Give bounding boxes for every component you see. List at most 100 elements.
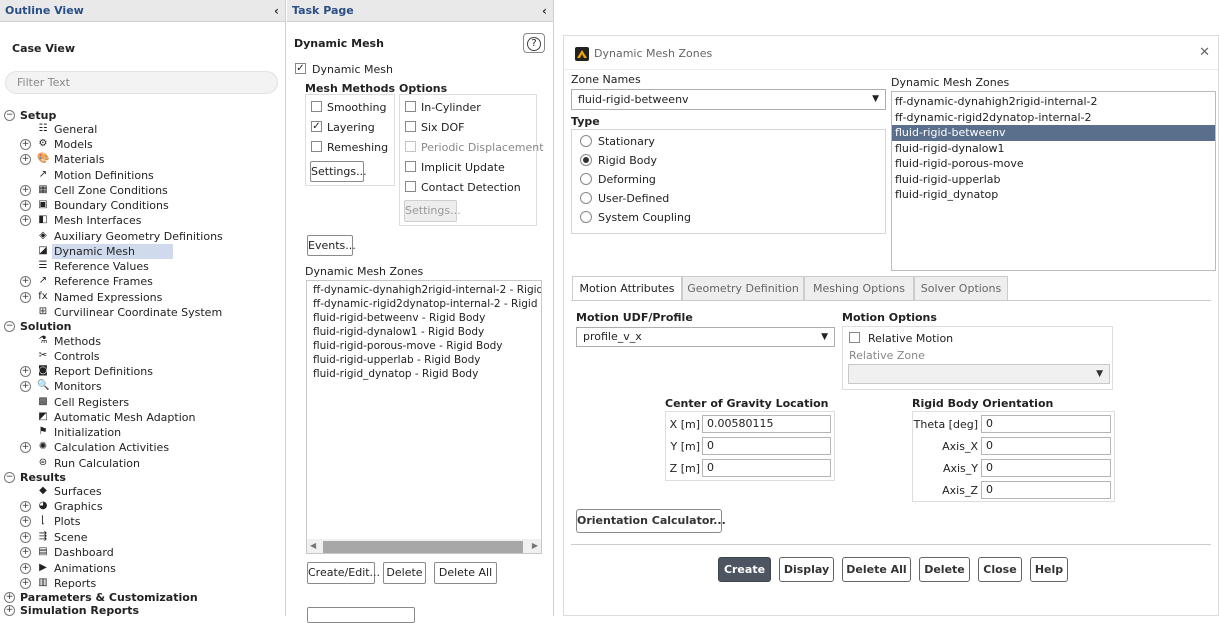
list-item[interactable]: fluid-rigid-betweenv <box>892 125 1215 141</box>
axis-z-input[interactable]: 0 <box>981 481 1111 499</box>
expand-icon[interactable]: + <box>20 200 31 211</box>
create-button[interactable]: Create <box>718 557 771 582</box>
theta-input[interactable]: 0 <box>981 415 1111 433</box>
scene-icon: ⇶ <box>38 531 48 542</box>
zone-names-value: fluid-rigid-betweenv <box>578 93 689 106</box>
expand-icon[interactable]: + <box>20 501 31 512</box>
list-item[interactable]: fluid-rigid-upperlab - Rigid Body <box>310 353 541 367</box>
collapse-icon[interactable]: ‹ <box>542 0 547 22</box>
list-item[interactable]: fluid-rigid-porous-move <box>892 156 1215 172</box>
x-label: X [m] <box>669 418 700 431</box>
scrollbar-thumb[interactable] <box>323 541 523 553</box>
implicit-update-checkbox[interactable] <box>405 161 416 172</box>
expand-icon[interactable]: + <box>20 578 31 589</box>
collapse-icon[interactable]: ‹ <box>274 0 279 22</box>
layering-checkbox[interactable]: ✓ <box>311 121 322 132</box>
list-item[interactable]: fluid-rigid-porous-move - Rigid Body <box>310 339 541 353</box>
delete-all-button[interactable]: Delete All <box>434 562 497 584</box>
expand-icon[interactable]: + <box>4 605 15 616</box>
scroll-left-icon[interactable]: ◀ <box>310 539 316 553</box>
tab-solver-options[interactable]: Solver Options <box>914 276 1008 300</box>
expand-icon[interactable]: + <box>20 442 31 453</box>
expand-icon[interactable]: + <box>20 366 31 377</box>
type-radio-deforming[interactable] <box>580 173 592 185</box>
axis-x-input[interactable]: 0 <box>981 437 1111 455</box>
expand-icon[interactable]: + <box>20 547 31 558</box>
list-item[interactable]: fluid-rigid_dynatop <box>892 187 1215 203</box>
motion-udf-select[interactable]: profile_v_x ▼ <box>576 327 835 347</box>
six-dof-checkbox[interactable] <box>405 121 416 132</box>
orientation-calculator-button[interactable]: Orientation Calculator... <box>576 509 726 533</box>
expand-icon[interactable]: + <box>20 276 31 287</box>
delete-all-button[interactable]: Delete All <box>842 557 911 582</box>
smoothing-checkbox[interactable] <box>311 101 322 112</box>
zone-names-select[interactable]: fluid-rigid-betweenv ▼ <box>571 89 886 110</box>
delete-button[interactable]: Delete <box>919 557 970 582</box>
tree-item-label: Automatic Mesh Adaption <box>54 411 196 424</box>
list-item[interactable]: ff-dynamic-dynahigh2rigid-internal-2 <box>892 94 1215 110</box>
in-cylinder-checkbox[interactable] <box>405 101 416 112</box>
y-input[interactable]: 0 <box>702 437 831 455</box>
dynamic-mesh-checkbox[interactable]: ✓ <box>295 63 306 74</box>
dynamic-mesh-zones-list[interactable]: ff-dynamic-dynahigh2rigid-internal-2 - R… <box>306 280 542 554</box>
z-input[interactable]: 0 <box>702 459 831 477</box>
mesh-settings-button[interactable]: Settings... <box>310 161 367 182</box>
close-button[interactable]: Close <box>978 557 1022 582</box>
remeshing-checkbox[interactable] <box>311 141 322 152</box>
display-button[interactable]: Display <box>779 557 834 582</box>
expand-icon[interactable]: + <box>20 292 31 303</box>
partial-button[interactable] <box>307 607 415 623</box>
collapse-tree-icon[interactable]: − <box>4 321 15 332</box>
expand-icon[interactable]: + <box>20 215 31 226</box>
list-item[interactable]: ff-dynamic-dynahigh2rigid-internal-2 - R… <box>310 283 541 297</box>
tree-item-label: Setup <box>20 109 57 122</box>
list-item[interactable]: fluid-rigid_dynatop - Rigid Body <box>310 367 541 381</box>
close-icon[interactable]: ✕ <box>1199 45 1210 60</box>
type-radio-rigid-body[interactable] <box>580 154 592 166</box>
tree-item-label: Graphics <box>54 500 103 513</box>
expand-icon[interactable]: + <box>20 154 31 165</box>
filter-input[interactable]: Filter Text <box>5 71 278 94</box>
type-radio-stationary[interactable] <box>580 135 592 147</box>
task-page-panel: Task Page ‹ Dynamic Mesh ? ✓ Dynamic Mes… <box>287 0 554 623</box>
list-item[interactable]: fluid-rigid-dynalow1 - Rigid Body <box>310 325 541 339</box>
tree-item-label: Named Expressions <box>54 291 163 304</box>
horizontal-scrollbar[interactable]: ◀ ▶ <box>307 539 541 553</box>
expand-icon[interactable]: + <box>20 563 31 574</box>
list-item[interactable]: fluid-rigid-betweenv - Rigid Body <box>310 311 541 325</box>
help-button[interactable]: Help <box>1030 557 1068 582</box>
methods-icon: ⚗ <box>38 335 48 346</box>
general-icon: ☷ <box>38 123 48 134</box>
collapse-tree-icon[interactable]: − <box>4 110 15 121</box>
expand-icon[interactable]: + <box>20 381 31 392</box>
type-radio-system-coupling[interactable] <box>580 211 592 223</box>
create-edit-button[interactable]: Create/Edit... <box>307 562 380 584</box>
tab-motion-attributes[interactable]: Motion Attributes <box>572 276 682 301</box>
contact-detection-checkbox[interactable] <box>405 181 416 192</box>
list-item[interactable]: ff-dynamic-rigid2dynatop-internal-2 <box>892 110 1215 126</box>
collapse-tree-icon[interactable]: − <box>4 472 15 483</box>
type-radio-user-defined[interactable] <box>580 192 592 204</box>
tab-geometry-definition[interactable]: Geometry Definition <box>682 276 804 300</box>
help-button[interactable]: ? <box>523 33 545 53</box>
expand-icon[interactable]: + <box>20 516 31 527</box>
mesh-interfaces-icon: ◧ <box>38 214 48 225</box>
x-input[interactable]: 0.00580115 <box>702 415 831 433</box>
expand-icon[interactable]: + <box>4 592 15 603</box>
dynamic-mesh-zones-list[interactable]: ff-dynamic-dynahigh2rigid-internal-2 ff-d… <box>891 91 1216 271</box>
events-button[interactable]: Events... <box>307 235 356 256</box>
list-item[interactable]: fluid-rigid-dynalow1 <box>892 141 1215 157</box>
list-item[interactable]: fluid-rigid-upperlab <box>892 172 1215 188</box>
list-item[interactable]: ff-dynamic-rigid2dynatop-internal-2 - Ri… <box>310 297 541 311</box>
expand-icon[interactable]: + <box>20 139 31 150</box>
axis-y-input[interactable]: 0 <box>981 459 1111 477</box>
expand-icon[interactable]: + <box>20 532 31 543</box>
scroll-right-icon[interactable]: ▶ <box>532 539 538 553</box>
tree-item-label: Reports <box>54 577 97 590</box>
orientation-label: Rigid Body Orientation <box>912 397 1054 410</box>
expand-icon[interactable]: + <box>20 185 31 196</box>
tab-meshing-options[interactable]: Meshing Options <box>804 276 914 300</box>
relative-motion-checkbox[interactable] <box>849 332 860 343</box>
boundary-conditions-icon: ▣ <box>38 199 48 210</box>
delete-button[interactable]: Delete <box>383 562 426 584</box>
